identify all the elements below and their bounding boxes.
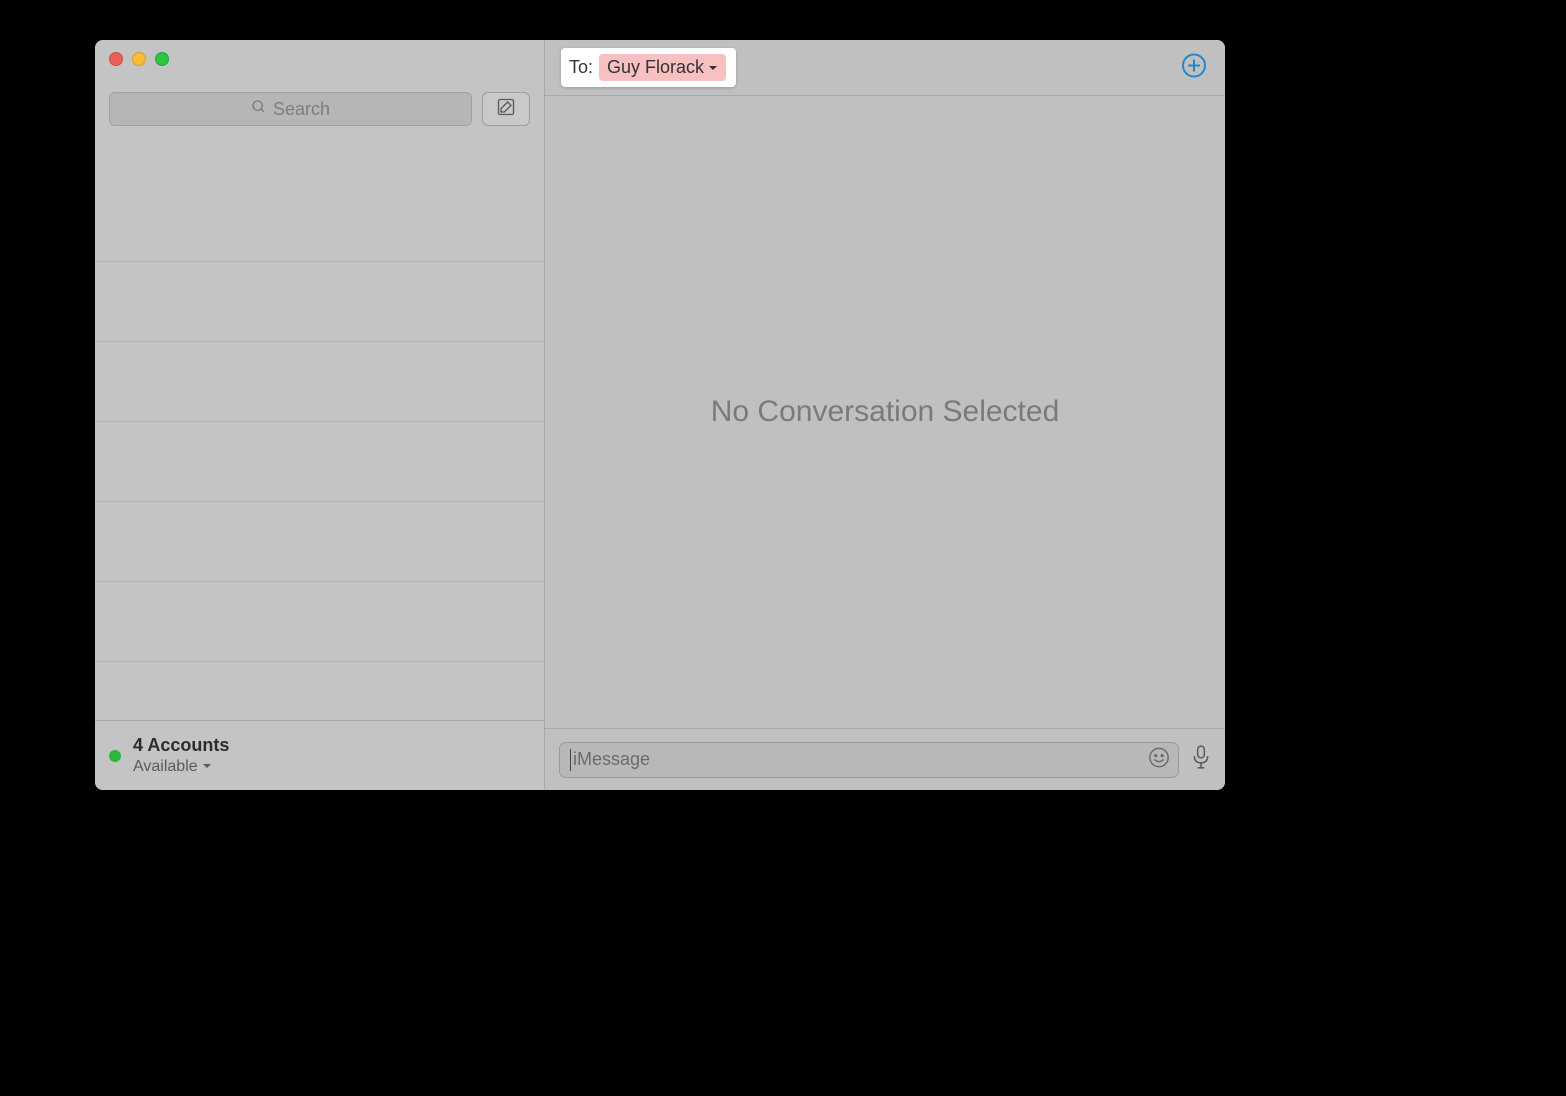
emoji-button[interactable] <box>1148 746 1170 773</box>
chevron-down-icon <box>708 57 718 78</box>
empty-state-message: No Conversation Selected <box>711 395 1060 429</box>
add-recipient-button[interactable] <box>1181 52 1207 83</box>
messages-window: Search 4 Accounts Available <box>95 40 1225 790</box>
recipient-name: Guy Florack <box>607 57 704 78</box>
compose-icon <box>496 97 516 122</box>
sidebar-footer: 4 Accounts Available <box>95 720 544 790</box>
status-dropdown[interactable]: Available <box>133 757 229 776</box>
recipient-token[interactable]: Guy Florack <box>599 54 726 81</box>
smiley-icon <box>1148 752 1170 772</box>
accounts-block[interactable]: 4 Accounts Available <box>133 735 229 776</box>
accounts-count-label: 4 Accounts <box>133 735 229 757</box>
status-label: Available <box>133 757 198 776</box>
list-item[interactable] <box>95 582 544 662</box>
to-field-highlight: To: Guy Florack <box>561 48 736 87</box>
search-icon <box>251 99 267 120</box>
status-dot-icon <box>109 750 121 762</box>
to-bar: To: Guy Florack <box>545 40 1225 96</box>
search-input[interactable]: Search <box>109 92 472 126</box>
list-item[interactable] <box>95 502 544 582</box>
list-item[interactable] <box>95 262 544 342</box>
microphone-icon <box>1191 757 1211 774</box>
compose-button[interactable] <box>482 92 530 126</box>
search-placeholder: Search <box>273 99 330 120</box>
chevron-down-icon <box>202 757 212 776</box>
list-item[interactable] <box>95 342 544 422</box>
message-input[interactable]: iMessage <box>559 742 1179 778</box>
zoom-window-button[interactable] <box>155 52 169 66</box>
list-item[interactable] <box>95 422 544 502</box>
conversation-body: No Conversation Selected <box>545 96 1225 728</box>
list-item[interactable] <box>95 182 544 262</box>
microphone-button[interactable] <box>1191 744 1211 775</box>
minimize-window-button[interactable] <box>132 52 146 66</box>
close-window-button[interactable] <box>109 52 123 66</box>
window-traffic-lights <box>109 52 169 66</box>
message-placeholder: iMessage <box>573 749 650 770</box>
plus-circle-icon <box>1181 65 1207 82</box>
conversation-list <box>95 132 544 720</box>
main-panel: To: Guy Florack No Conversation Selected <box>545 40 1225 790</box>
compose-bar: iMessage <box>545 728 1225 790</box>
text-caret <box>570 749 571 771</box>
sidebar: Search 4 Accounts Available <box>95 40 545 790</box>
to-label: To: <box>569 57 593 78</box>
